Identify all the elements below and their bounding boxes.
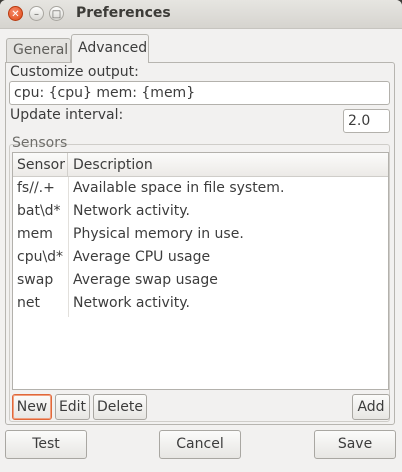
table-row[interactable]: fs//.+ Available space in file system.: [13, 177, 388, 200]
maximize-icon[interactable]: □: [49, 6, 64, 21]
table-row[interactable]: bat\d* Network activity.: [13, 200, 388, 223]
close-icon[interactable]: ✕: [8, 6, 23, 21]
title-bar[interactable]: ✕ – □ Preferences: [0, 0, 402, 29]
edit-sensor-button[interactable]: Edit: [55, 394, 90, 420]
table-row[interactable]: swap Average swap usage: [13, 269, 388, 292]
customize-output-input[interactable]: cpu: {cpu} mem: {mem}: [9, 81, 390, 105]
sensors-table[interactable]: Sensor Description fs//.+ Available spac…: [12, 152, 389, 390]
table-row[interactable]: mem Physical memory in use.: [13, 223, 388, 246]
description-cell: Network activity.: [73, 295, 190, 311]
sensors-frame-label: Sensors: [12, 135, 68, 151]
column-header-sensor[interactable]: Sensor: [13, 153, 68, 177]
save-button[interactable]: Save: [314, 430, 396, 459]
sensor-cell: net: [17, 295, 40, 311]
sensor-cell: bat\d*: [17, 203, 61, 219]
new-sensor-button[interactable]: New: [12, 394, 52, 420]
update-interval-label: Update interval:: [10, 107, 124, 123]
customize-output-label: Customize output:: [10, 64, 139, 80]
table-row[interactable]: cpu\d* Average CPU usage: [13, 246, 388, 269]
description-cell: Available space in file system.: [73, 180, 285, 196]
cancel-button[interactable]: Cancel: [159, 430, 241, 459]
description-cell: Network activity.: [73, 203, 190, 219]
delete-sensor-button[interactable]: Delete: [93, 394, 147, 420]
sensor-cell: swap: [17, 272, 54, 288]
minimize-icon[interactable]: –: [29, 6, 44, 21]
sensor-cell: cpu\d*: [17, 249, 64, 265]
description-cell: Average CPU usage: [73, 249, 211, 265]
sensor-cell: fs//.+: [17, 180, 55, 196]
tab-advanced[interactable]: Advanced: [71, 34, 149, 63]
description-cell: Average swap usage: [73, 272, 218, 288]
column-header-description[interactable]: Description: [68, 153, 388, 177]
add-sensor-button[interactable]: Add: [352, 394, 390, 420]
update-interval-input[interactable]: 2.0: [343, 109, 390, 133]
tab-general[interactable]: General: [6, 38, 71, 62]
preferences-window: ✕ – □ Preferences General Advanced Custo…: [0, 0, 402, 472]
table-row[interactable]: net Network activity.: [13, 292, 388, 315]
sensor-cell: mem: [17, 226, 53, 242]
window-title: Preferences: [76, 5, 171, 21]
test-button[interactable]: Test: [5, 430, 87, 459]
description-cell: Physical memory in use.: [73, 226, 244, 242]
